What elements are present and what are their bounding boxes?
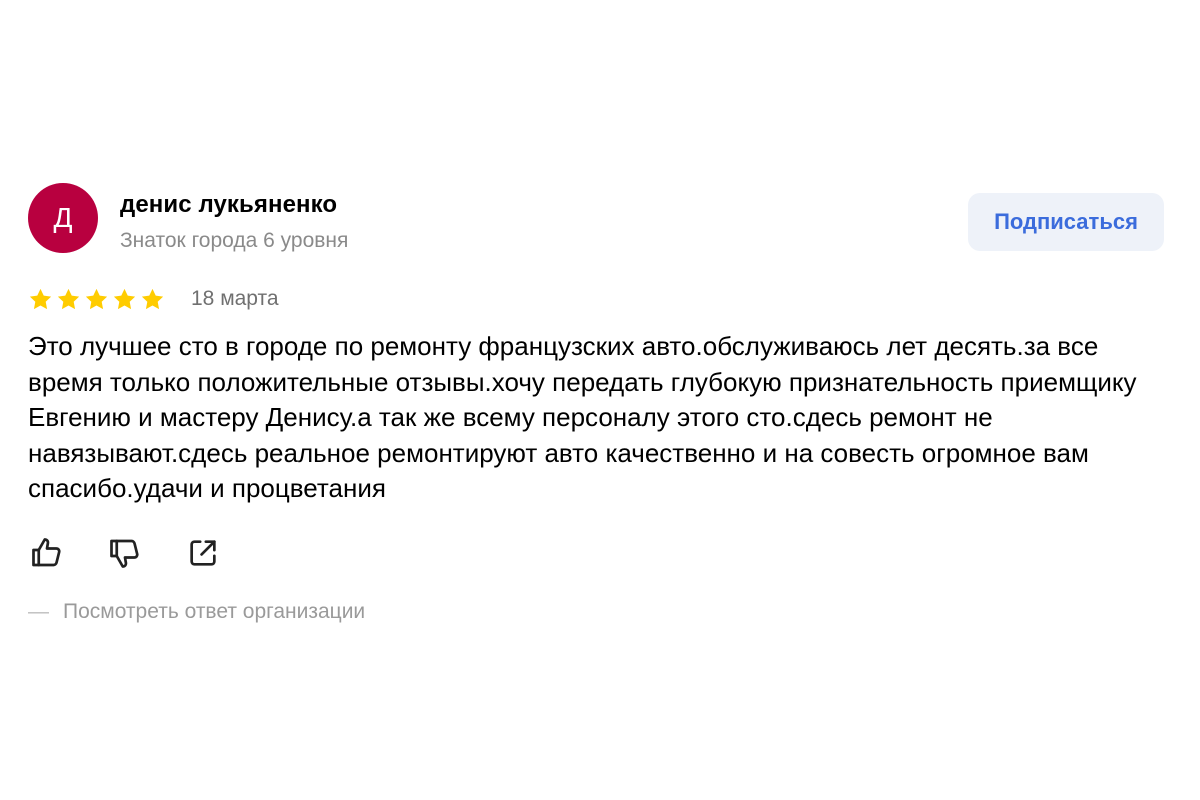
star-icon bbox=[29, 288, 52, 309]
review-date: 18 марта bbox=[191, 287, 279, 310]
dash: — bbox=[28, 600, 49, 623]
avatar[interactable]: Д bbox=[28, 183, 98, 253]
star-icon bbox=[85, 288, 108, 309]
rating-row: 18 марта bbox=[28, 283, 279, 315]
view-org-reply-link[interactable]: — Посмотреть ответ организации bbox=[28, 600, 365, 624]
org-reply-label: Посмотреть ответ организации bbox=[63, 600, 366, 623]
share-icon[interactable] bbox=[184, 534, 222, 572]
author-name[interactable]: денис лукьяненко bbox=[120, 191, 337, 219]
author-level: Знаток города 6 уровня bbox=[120, 229, 349, 252]
review-text: Это лучшее сто в городе по ремонту франц… bbox=[28, 331, 1137, 503]
thumbs-up-icon[interactable] bbox=[28, 534, 66, 572]
review-header: Д денис лукьяненко Знаток города 6 уровн… bbox=[28, 183, 1164, 257]
subscribe-button[interactable]: Подписаться bbox=[968, 193, 1164, 251]
thumbs-down-icon[interactable] bbox=[106, 534, 144, 572]
star-icon bbox=[141, 288, 164, 309]
rating-stars bbox=[28, 287, 165, 312]
review-card: Д денис лукьяненко Знаток города 6 уровн… bbox=[28, 183, 1164, 623]
star-icon bbox=[113, 288, 136, 309]
review-actions bbox=[28, 534, 222, 572]
star-icon bbox=[57, 288, 80, 309]
